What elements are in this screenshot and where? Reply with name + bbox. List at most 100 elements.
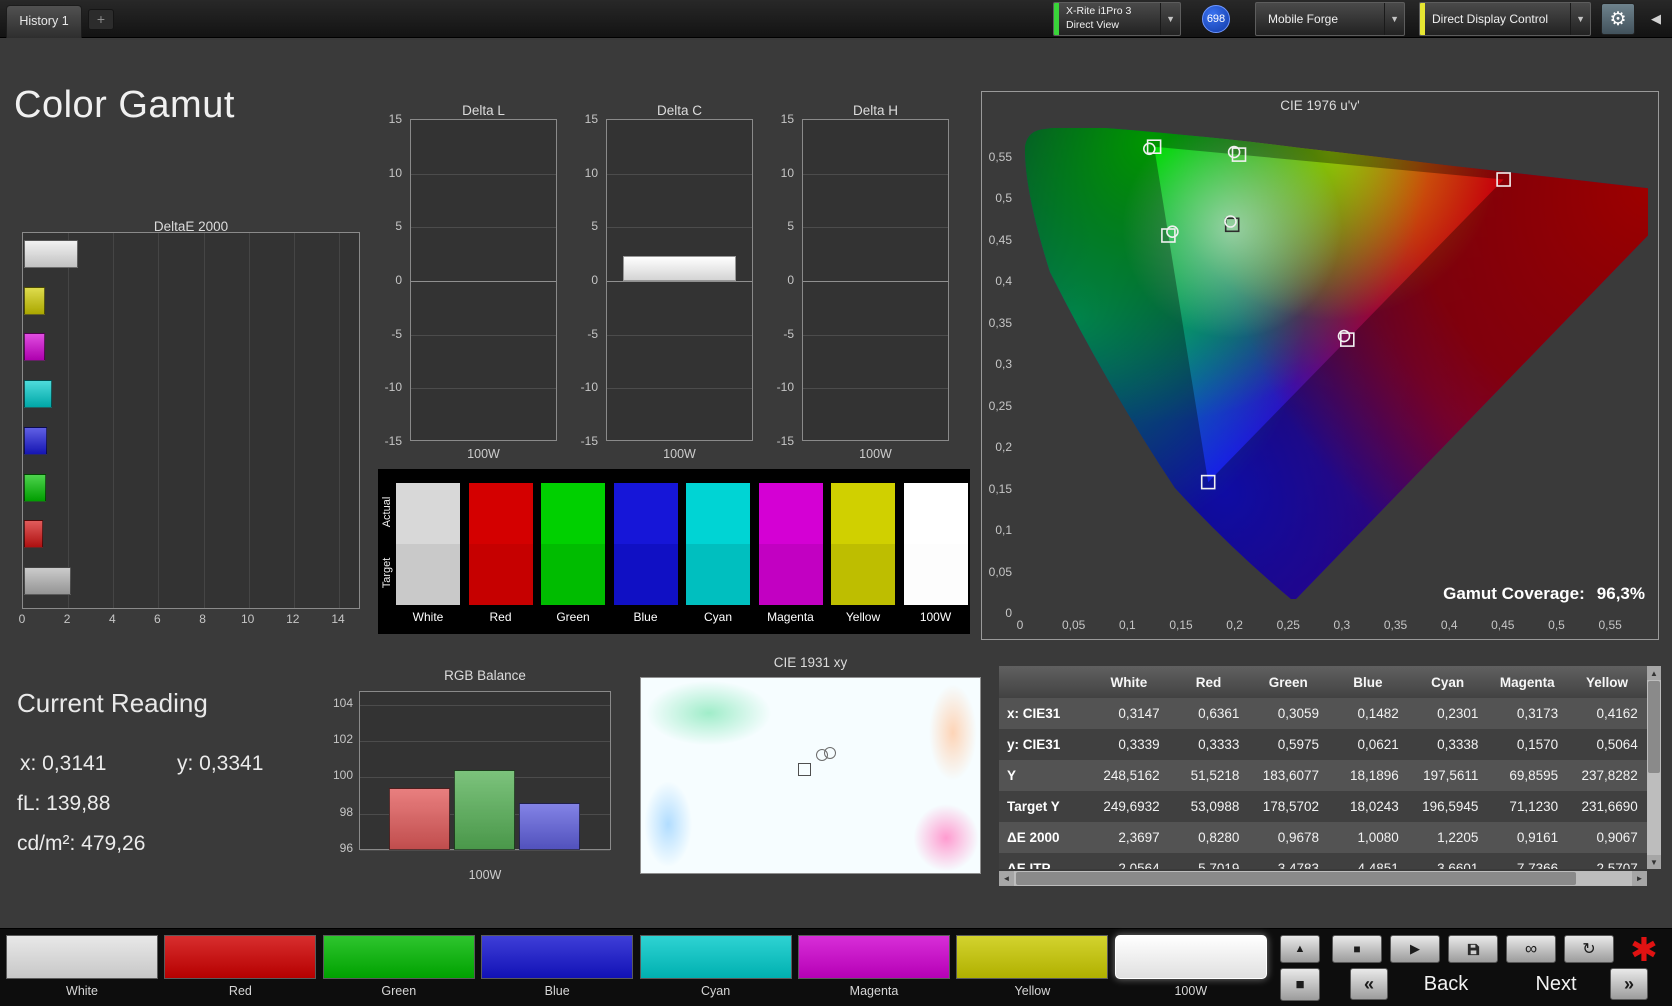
x-axis-tick: 8	[199, 612, 206, 626]
table-row-label: ΔE ITP	[1007, 861, 1051, 869]
scroll-down-icon[interactable]: ▼	[1647, 855, 1661, 869]
actual-row-label: Actual	[381, 496, 393, 528]
chevron-down-icon: ▼	[1570, 3, 1590, 35]
square-icon: ■	[1295, 976, 1305, 993]
swatch-label: Red	[489, 610, 512, 624]
table-cell: 51,5218	[1190, 768, 1240, 783]
table-cell: 183,6077	[1262, 768, 1320, 783]
next-button[interactable]: Next	[1508, 973, 1604, 996]
patch-button-green[interactable]: Green	[322, 935, 475, 1001]
deltae-bar-red	[24, 520, 43, 549]
refresh-button[interactable]: ↻	[1564, 935, 1614, 963]
patch-button-blue[interactable]: Blue	[481, 935, 634, 1001]
table-cell: 0,5064	[1596, 737, 1638, 752]
meter-name: X-Rite i1Pro 3	[1066, 5, 1132, 18]
grid-line	[360, 741, 610, 743]
back-button[interactable]: Back	[1396, 973, 1496, 996]
x-axis-tick: 0,3	[1333, 618, 1351, 632]
scroll-left-icon[interactable]: ◄	[999, 871, 1014, 886]
y-axis-tick: 5	[395, 219, 402, 234]
next-step-button[interactable]: »	[1610, 968, 1648, 1000]
patch-button-red[interactable]: Red	[164, 935, 317, 1001]
x-axis-tick: 0,05	[1062, 618, 1086, 632]
save-button[interactable]	[1448, 935, 1498, 963]
meter-count-badge[interactable]: 698	[1202, 5, 1230, 33]
table-cell: 4,4851	[1357, 861, 1399, 869]
table-row-label: x: CIE31	[1007, 706, 1061, 721]
patch-swatch	[956, 935, 1109, 979]
display-control-dropdown[interactable]: Direct Display Control ▼	[1419, 2, 1591, 36]
play-button[interactable]: ▶	[1390, 935, 1440, 963]
y-axis-tick: -10	[776, 380, 794, 395]
patch-button-cyan[interactable]: Cyan	[639, 935, 792, 1001]
patch-button-yellow[interactable]: Yellow	[956, 935, 1109, 1001]
y-axis-tick: -5	[783, 326, 794, 341]
delta-chart-c: Delta C 15 10 5 0 -5 -10 -15 100W	[570, 103, 756, 465]
add-tab-button[interactable]: +	[88, 9, 114, 30]
rgb-balance-chart: RGB Balance 100W 104 102 100 98 96	[313, 668, 615, 888]
chart-title: CIE 1931 xy	[773, 655, 848, 670]
y-axis-tick: 10	[584, 165, 598, 180]
table-cell: 0,1482	[1357, 706, 1399, 721]
grid-line	[158, 233, 160, 608]
y-axis-tick: 0,55	[988, 150, 1012, 164]
patch-button-white[interactable]: White	[6, 935, 158, 1001]
pattern-up-button[interactable]: ▲	[1280, 935, 1320, 963]
scrollbar-thumb[interactable]	[1648, 681, 1660, 773]
target-swatch-white	[396, 544, 460, 605]
meter-mode: Direct View	[1066, 19, 1119, 31]
app-window: History 1 + X-Rite i1Pro 3 Direct View ▼…	[0, 0, 1672, 1006]
loop-button[interactable]: ∞	[1506, 935, 1556, 963]
x-axis-label: 100W	[467, 447, 500, 461]
table-cell: 0,1570	[1516, 737, 1559, 752]
source-dropdown[interactable]: Mobile Forge ▼	[1255, 2, 1405, 36]
pattern-window-button[interactable]: ■	[1280, 968, 1320, 1001]
y-axis-tick: 0,3	[995, 357, 1012, 372]
chevron-down-icon: ▼	[1160, 3, 1180, 35]
table-cell: 18,1896	[1349, 768, 1399, 783]
table-column-header: Blue	[1353, 674, 1383, 690]
grid-line	[803, 334, 948, 336]
table-column-header: Yellow	[1585, 674, 1628, 690]
x-axis-tick: 2	[63, 612, 71, 626]
table-column-header: Green	[1268, 674, 1308, 690]
delta-chart-h: Delta H 15 10 5 0 -5 -10 -15 100W	[766, 103, 952, 465]
grid-line	[293, 233, 295, 608]
cie-1931-chart: CIE 1931 xy	[640, 655, 981, 880]
scroll-right-icon[interactable]: ►	[1632, 871, 1647, 886]
y-axis-tick: 100	[332, 768, 353, 783]
y-axis-tick: 10	[388, 165, 402, 180]
chart-plot	[359, 691, 611, 851]
grid-line	[339, 233, 340, 608]
back-step-button[interactable]: «	[1350, 968, 1388, 1000]
settings-button[interactable]: ⚙	[1601, 3, 1635, 35]
actual-swatch-100w	[903, 483, 968, 544]
table-header-row: White Red Green Blue Cyan Magenta Yellow	[999, 666, 1647, 698]
grid-line	[803, 227, 948, 229]
patch-button-100w[interactable]: 100W	[1114, 935, 1267, 1001]
display-control-name: Direct Display Control	[1432, 12, 1549, 26]
collapse-panel-button[interactable]: ◀	[1644, 8, 1668, 30]
table-vertical-scrollbar[interactable]: ▲ ▼	[1647, 666, 1661, 869]
y-axis-tick: 96	[339, 840, 353, 855]
x-axis-tick: 0,35	[1383, 618, 1408, 632]
deltae-bar-white	[24, 240, 78, 268]
tab-history-1[interactable]: History 1	[6, 5, 82, 38]
swatch-label: Yellow	[845, 610, 881, 624]
y-axis-tick: 15	[584, 112, 598, 126]
patch-button-magenta[interactable]: Magenta	[798, 935, 950, 1001]
scrollbar-thumb[interactable]	[1016, 872, 1576, 885]
table-horizontal-scrollbar[interactable]: ◄ ►	[999, 871, 1647, 886]
deltae-bar-cyan	[24, 380, 52, 409]
meter-dropdown[interactable]: X-Rite i1Pro 3 Direct View ▼	[1053, 2, 1181, 36]
y-axis-tick: 0,25	[988, 398, 1012, 413]
chart-title: CIE 1976 u'v'	[1280, 98, 1360, 113]
chart-plot	[410, 119, 557, 441]
table-cell: 1,2205	[1437, 830, 1479, 845]
y-axis-tick: 0,2	[995, 440, 1012, 455]
x-axis-tick: 0,1	[1118, 618, 1136, 632]
y-axis-tick: 0	[395, 273, 402, 287]
stop-button[interactable]: ■	[1332, 935, 1382, 963]
patch-label: White	[66, 984, 98, 998]
scroll-up-icon[interactable]: ▲	[1647, 666, 1661, 680]
